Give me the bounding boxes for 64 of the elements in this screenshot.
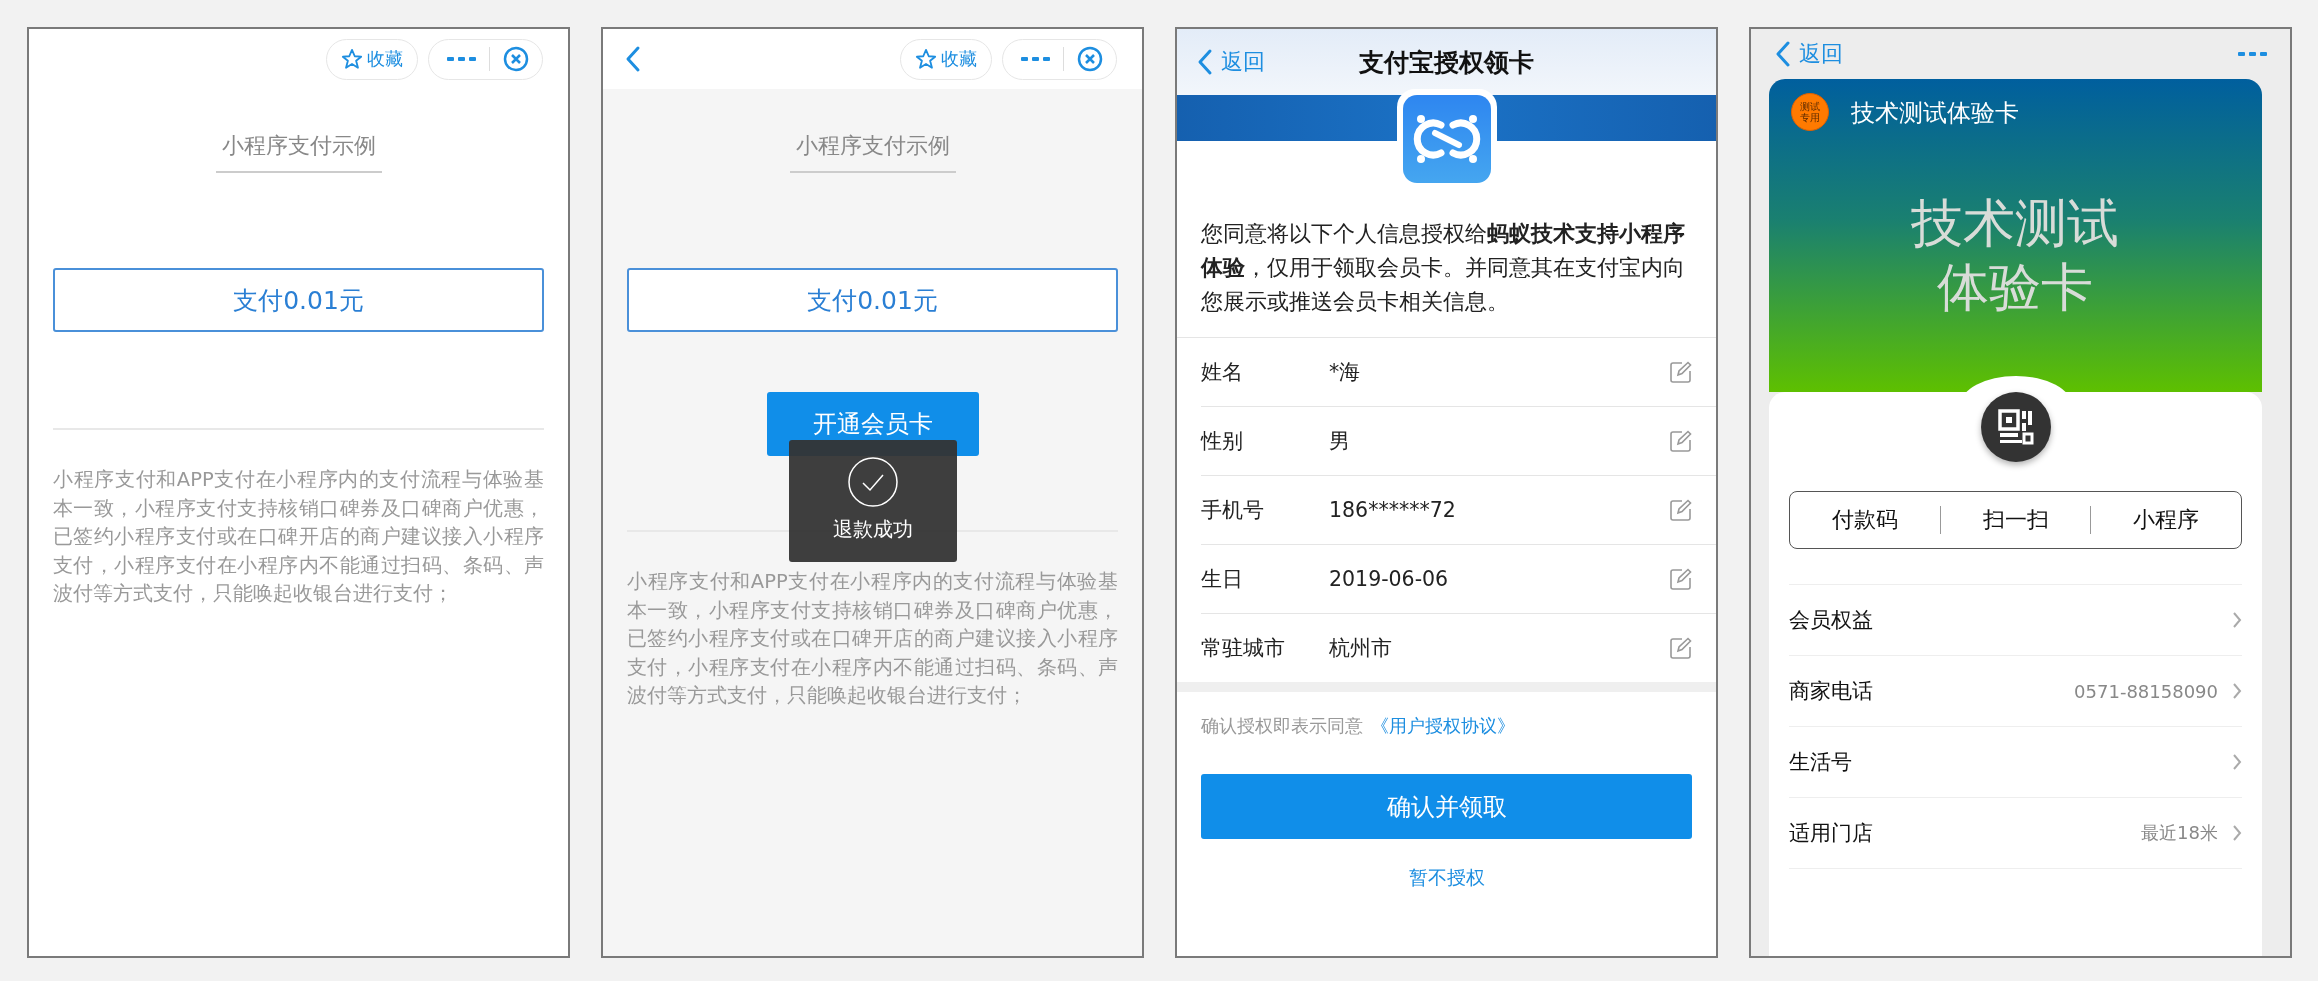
list-row[interactable]: 会员权益: [1789, 585, 2242, 656]
field-value: *海: [1329, 359, 1362, 386]
row-label: 商家电话: [1789, 678, 1874, 705]
edit-icon[interactable]: [1670, 499, 1692, 521]
action-tab[interactable]: 付款码: [1790, 492, 1940, 548]
row-label: 生活号: [1789, 749, 1853, 776]
back-icon[interactable]: [1197, 48, 1213, 76]
check-circle-icon: [846, 456, 899, 508]
field-label: 性别: [1201, 428, 1244, 455]
row-value: 0571-88158090: [2074, 680, 2218, 702]
field-value: 男: [1329, 428, 1351, 455]
list-row[interactable]: 适用门店 最近18米: [1789, 798, 2242, 869]
back-icon[interactable]: [625, 45, 641, 73]
back-link[interactable]: 返回: [1221, 47, 1265, 77]
pay-button[interactable]: 支付0.01元: [53, 268, 544, 332]
more-icon[interactable]: [2238, 50, 2268, 58]
consent-text: 您同意将以下个人信息授权给蚂蚁技术支持小程序体验，仅用于领取会员卡。并同意其在支付宝内向您展示或推送会员卡相关信息。: [1199, 220, 1686, 316]
field-label: 手机号: [1201, 497, 1265, 524]
page-title: 小程序支付示例: [215, 131, 382, 173]
description: 小程序支付和APP支付在小程序内的支付流程与体验基本一致，小程序支付支持核销口碑券及口碑商户优惠，已签约小程序支付或在口碑开店的商户建议接入小程序支付，小程序支付在小程序内不能通过扫码、条码、声波付等方式支付，只能唤起收银台进行支付；: [627, 569, 1118, 709]
edit-icon[interactable]: [1670, 430, 1692, 452]
field-value: 杭州市: [1329, 635, 1393, 662]
row-label: 适用门店: [1789, 820, 1874, 847]
more-icon[interactable]: [447, 55, 477, 63]
chevron-right-icon: [2232, 753, 2242, 771]
field-value: 186******72: [1329, 498, 1457, 522]
action-tab[interactable]: 小程序: [2091, 492, 2241, 548]
row-label: 会员权益: [1789, 607, 1874, 634]
chevron-right-icon: [2232, 611, 2242, 629]
confirm-button[interactable]: 确认并领取: [1201, 774, 1692, 839]
pay-button[interactable]: 支付0.01元: [627, 268, 1118, 332]
card-face-text: 技术测试体验卡: [1910, 192, 2121, 319]
star-icon: [341, 48, 363, 70]
qr-code-icon: [1997, 409, 2034, 445]
row-value: 最近18米: [2141, 821, 2218, 845]
agreement-link[interactable]: 《用户授权协议》: [1371, 714, 1515, 738]
list-row[interactable]: 商家电话 0571-88158090: [1789, 656, 2242, 727]
edit-icon[interactable]: [1670, 637, 1692, 659]
page-title: 小程序支付示例: [789, 131, 956, 173]
chevron-right-icon: [2232, 682, 2242, 700]
back-icon[interactable]: [1775, 40, 1791, 68]
close-icon[interactable]: [1076, 45, 1104, 73]
action-tab[interactable]: 扫一扫: [1940, 492, 2091, 548]
screen-title: 支付宝授权领卡: [1359, 47, 1534, 77]
more-icon[interactable]: [1021, 55, 1051, 63]
favorite-button[interactable]: 收藏: [326, 38, 418, 80]
description: 小程序支付和APP支付在小程序内的支付流程与体验基本一致，小程序支付支持核销口碑券及口碑商户优惠，已签约小程序支付或在口碑开店的商户建议接入小程序支付，小程序支付在小程序内不能通过扫码、条码、声波付等方式支付，只能唤起收银台进行支付；: [53, 467, 544, 607]
field-label: 常驻城市: [1201, 635, 1286, 662]
favorite-button[interactable]: 收藏: [900, 38, 992, 80]
back-link[interactable]: 返回: [1799, 39, 1843, 69]
decline-link[interactable]: 暂不授权: [1408, 865, 1485, 891]
field-value: 2019-06-06: [1329, 567, 1450, 591]
edit-icon[interactable]: [1670, 361, 1692, 383]
card-name: 技术测试体验卡: [1851, 98, 2019, 129]
field-label: 生日: [1201, 566, 1244, 593]
test-badge: 测试专用: [1791, 93, 1829, 131]
toast-text: 退款成功: [832, 516, 913, 543]
chevron-right-icon: [2232, 824, 2242, 842]
field-label: 姓名: [1201, 359, 1244, 386]
list-row[interactable]: 生活号: [1789, 727, 2242, 798]
star-icon: [915, 48, 937, 70]
agreement-text: 确认授权即表示同意: [1201, 714, 1363, 738]
edit-icon[interactable]: [1670, 568, 1692, 590]
close-icon[interactable]: [502, 45, 530, 73]
